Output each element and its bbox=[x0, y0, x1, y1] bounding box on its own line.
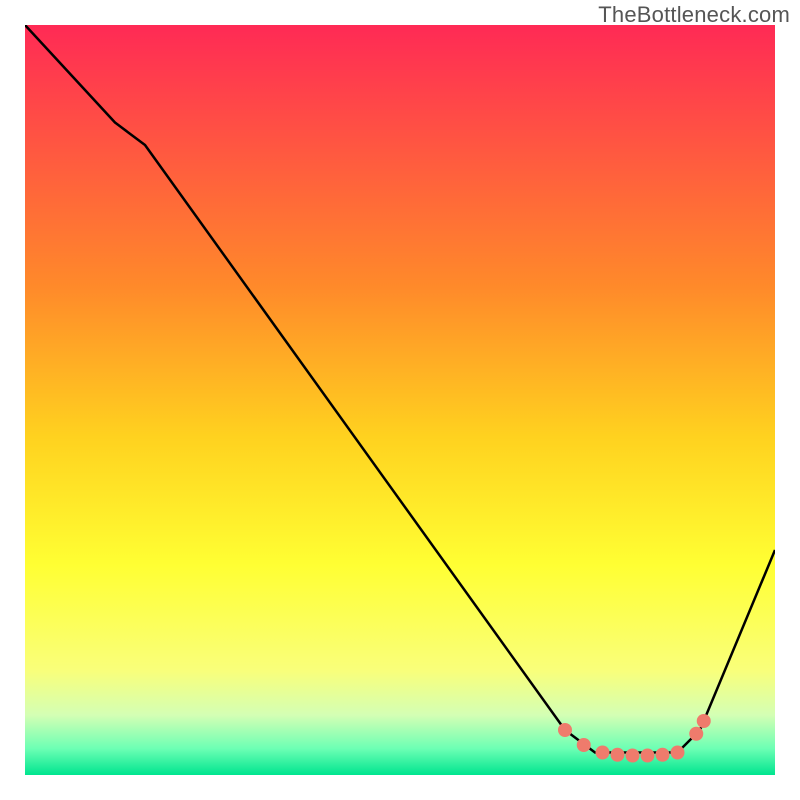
curve-marker bbox=[626, 749, 640, 763]
curve-marker bbox=[558, 723, 572, 737]
watermark-text: TheBottleneck.com bbox=[598, 2, 790, 28]
curve-marker bbox=[689, 727, 703, 741]
curve-marker bbox=[656, 748, 670, 762]
curve-marker bbox=[697, 714, 711, 728]
curve-marker bbox=[641, 749, 655, 763]
chart-svg bbox=[25, 25, 775, 775]
chart-background bbox=[25, 25, 775, 775]
chart-container: TheBottleneck.com bbox=[0, 0, 800, 800]
curve-marker bbox=[596, 746, 610, 760]
curve-marker bbox=[611, 748, 625, 762]
curve-marker bbox=[577, 738, 591, 752]
curve-marker bbox=[671, 746, 685, 760]
plot-area bbox=[25, 25, 775, 775]
